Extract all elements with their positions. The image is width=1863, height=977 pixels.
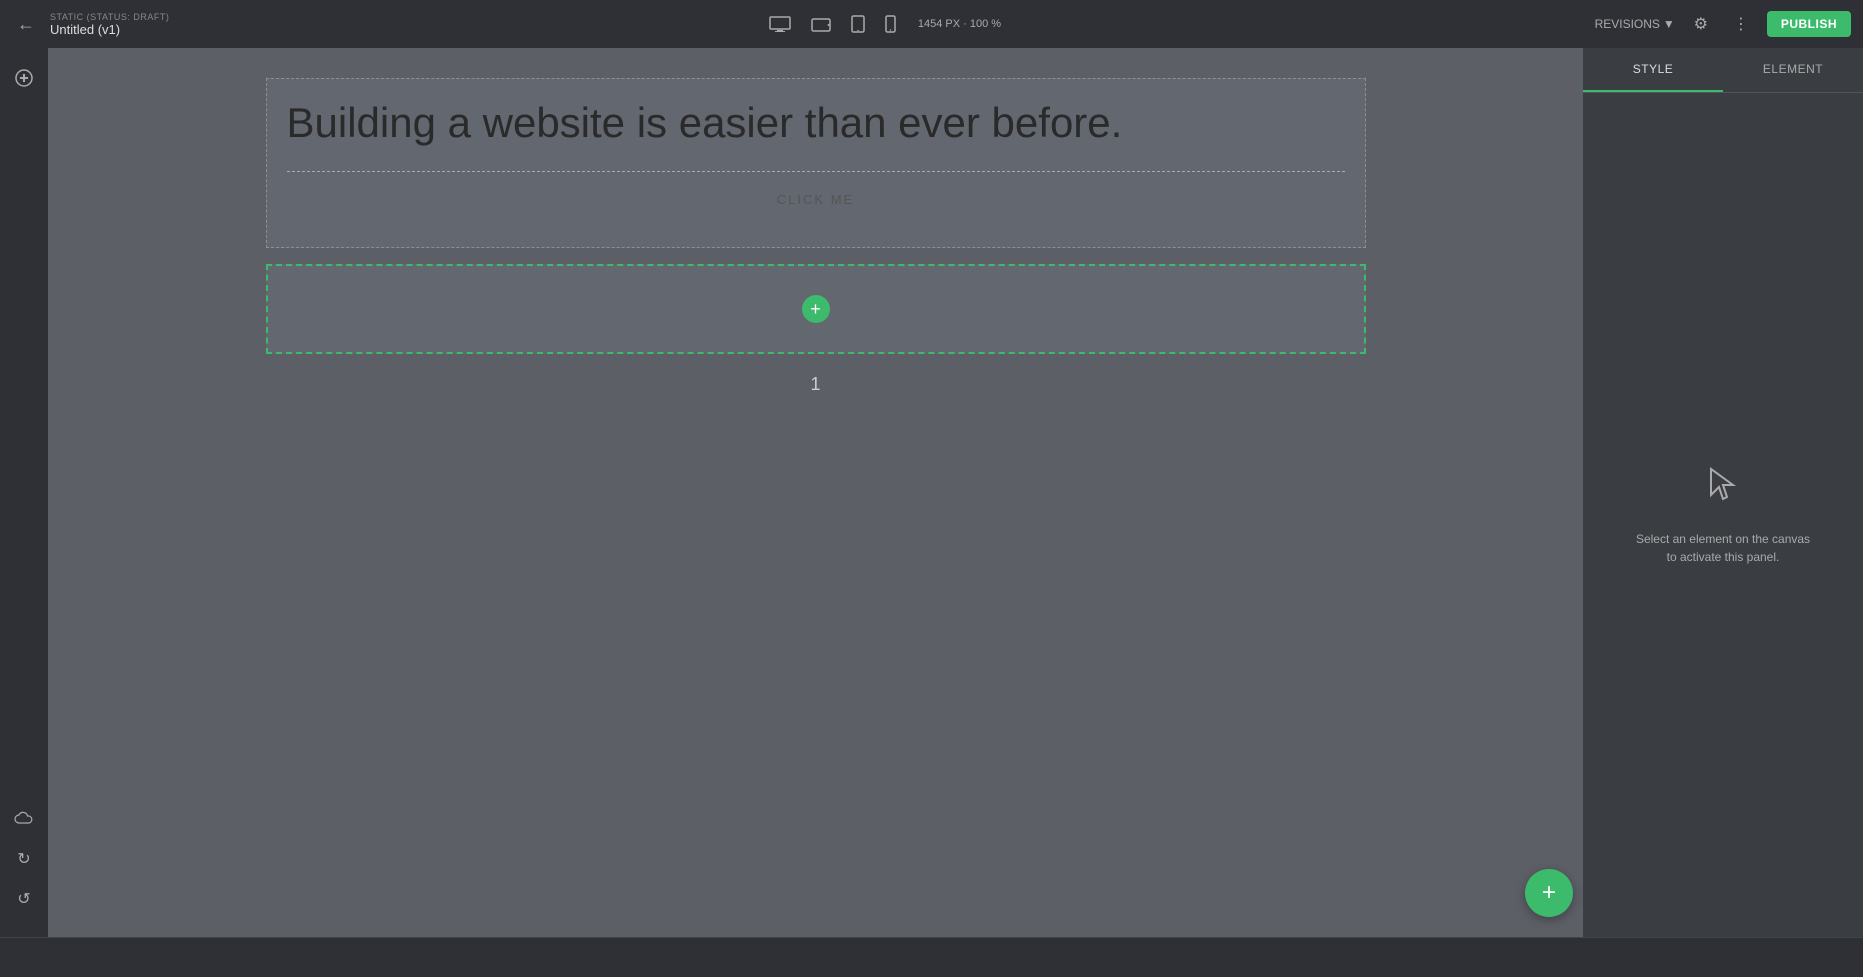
panel-content: Select an element on the canvas to activ…: [1583, 93, 1863, 937]
header-left: ← STATIC (STATUS: DRAFT) Untitled (v1): [12, 10, 169, 38]
cloud-icon[interactable]: [6, 801, 42, 837]
content-section-1[interactable]: Building a website is easier than ever b…: [266, 78, 1366, 248]
add-section-area[interactable]: +: [266, 264, 1366, 354]
section-heading: Building a website is easier than ever b…: [287, 99, 1345, 147]
undo-icon[interactable]: ↺: [6, 881, 42, 917]
left-sidebar-top: [6, 60, 42, 797]
click-me-button[interactable]: CLICK ME: [757, 184, 874, 215]
button-row: CLICK ME: [287, 171, 1345, 227]
canvas-wrapper: Building a website is easier than ever b…: [266, 78, 1366, 354]
header-status: STATIC (STATUS: DRAFT): [50, 12, 169, 22]
left-sidebar-bottom: ↻ ↺: [6, 801, 42, 925]
bottom-bar: [0, 937, 1863, 977]
revisions-button[interactable]: REVISIONS ▼: [1595, 17, 1675, 31]
history-icon[interactable]: ↻: [6, 841, 42, 877]
page-number: 1: [810, 374, 820, 395]
right-panel: STYLE ELEMENT Select an element on the c…: [1583, 48, 1863, 937]
tab-element[interactable]: ELEMENT: [1723, 48, 1863, 92]
desktop-view-button[interactable]: [763, 12, 797, 36]
header: ← STATIC (STATUS: DRAFT) Untitled (v1): [0, 0, 1863, 48]
header-title-area: STATIC (STATUS: DRAFT) Untitled (v1): [50, 12, 169, 37]
device-toolbar: 1454 PX · 100 %: [763, 11, 1001, 37]
publish-button[interactable]: PUBLISH: [1767, 11, 1851, 37]
mobile-button[interactable]: [879, 11, 902, 37]
cursor-icon: [1707, 465, 1739, 514]
back-button[interactable]: ←: [12, 10, 40, 38]
left-sidebar: ↻ ↺: [0, 48, 48, 937]
viewport-info: 1454 PX · 100 %: [918, 18, 1001, 30]
panel-hint: Select an element on the canvas to activ…: [1636, 530, 1810, 566]
canvas-area[interactable]: Building a website is easier than ever b…: [48, 48, 1583, 937]
floating-add-button[interactable]: +: [1525, 869, 1573, 917]
tablet-portrait-button[interactable]: [845, 11, 871, 37]
add-section-icon[interactable]: +: [802, 295, 830, 323]
header-right: REVISIONS ▼ ⚙ ⋮ PUBLISH: [1595, 10, 1851, 38]
panel-tabs: STYLE ELEMENT: [1583, 48, 1863, 93]
header-title: Untitled (v1): [50, 22, 169, 37]
main-area: ↻ ↺ Building a website is easier than ev…: [0, 48, 1863, 937]
settings-button[interactable]: ⚙: [1687, 10, 1715, 38]
add-element-button[interactable]: [6, 60, 42, 96]
tablet-landscape-button[interactable]: [805, 12, 837, 36]
tab-style[interactable]: STYLE: [1583, 48, 1723, 92]
more-options-button[interactable]: ⋮: [1727, 10, 1755, 38]
